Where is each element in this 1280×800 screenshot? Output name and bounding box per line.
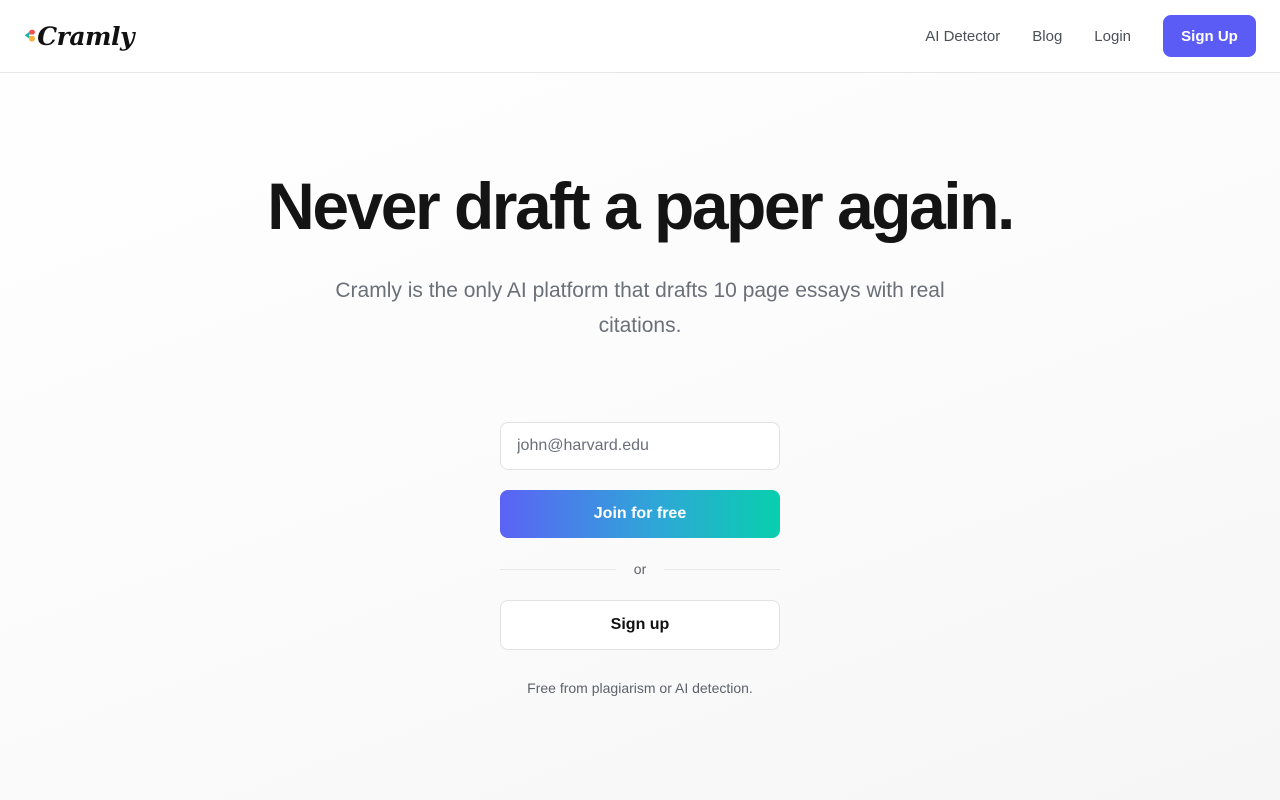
email-input[interactable] xyxy=(500,422,780,470)
plagiarism-footnote: Free from plagiarism or AI detection. xyxy=(527,680,753,696)
heart-logo-icon xyxy=(24,29,35,42)
hero-subtitle: Cramly is the only AI platform that draf… xyxy=(335,279,945,337)
logo-wordmark: Cramly xyxy=(37,21,134,51)
nav-login[interactable]: Login xyxy=(1094,28,1131,45)
nav-blog[interactable]: Blog xyxy=(1032,28,1062,45)
sign-up-button[interactable]: Sign up xyxy=(500,600,780,650)
divider-label: or xyxy=(633,561,647,577)
divider-line-left xyxy=(500,568,616,570)
top-header: Cramly AI Detector Blog Login Sign Up xyxy=(0,0,1280,73)
nav-ai-detector[interactable]: AI Detector xyxy=(925,28,1000,45)
join-for-free-button[interactable]: Join for free xyxy=(500,490,780,538)
header-sign-up-button[interactable]: Sign Up xyxy=(1163,15,1256,57)
logo[interactable]: Cramly xyxy=(24,16,134,56)
divider-line-right xyxy=(664,568,781,570)
hero-title: Never draft a paper again. xyxy=(267,169,1015,243)
or-divider: or xyxy=(500,558,781,580)
main-nav: AI Detector Blog Login Sign Up xyxy=(925,15,1256,57)
